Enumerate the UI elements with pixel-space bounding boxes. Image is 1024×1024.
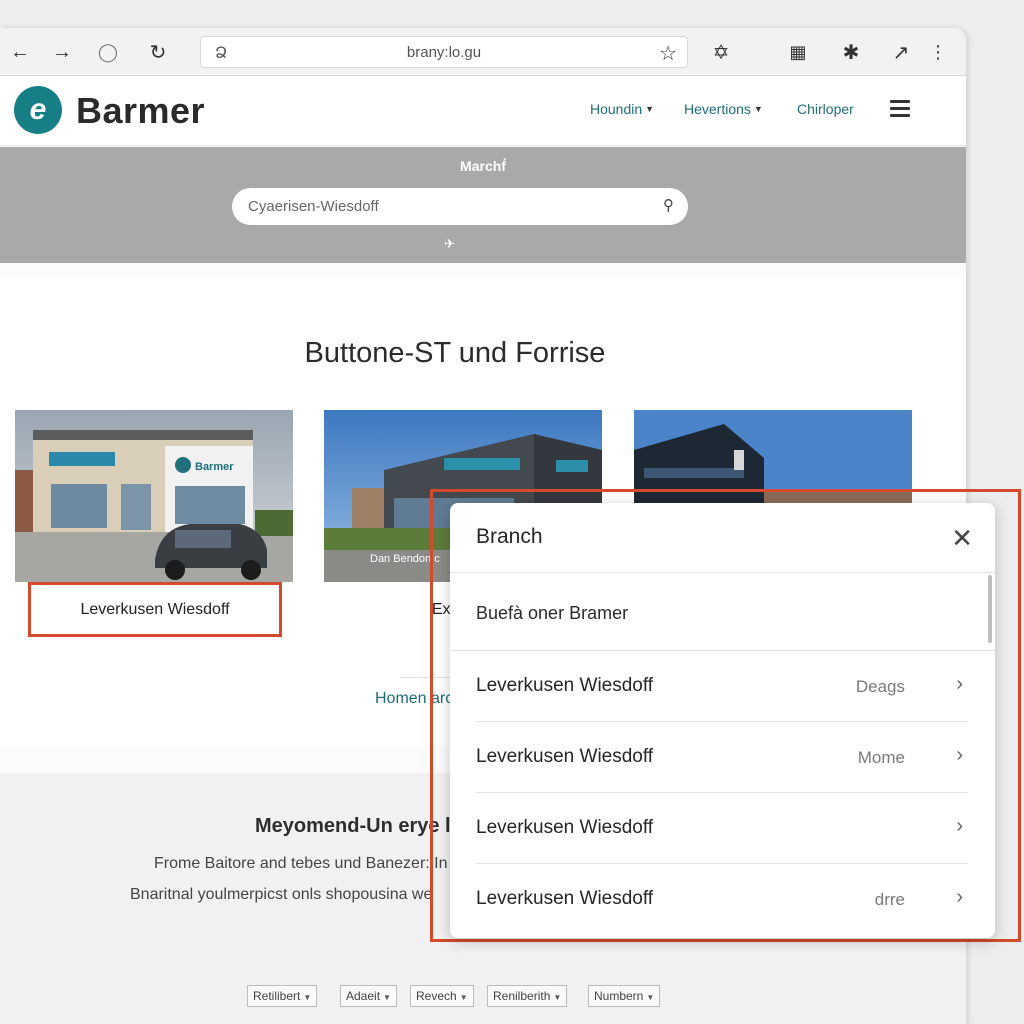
branch-meta: Deags [855, 677, 905, 696]
panel-divider [450, 572, 995, 573]
nav-item-hevertions[interactable]: Hevertions ▼ [684, 101, 763, 117]
caret-down-icon: ▼ [753, 104, 763, 114]
branch-card-label-1[interactable]: Leverkusen Wiesdoff [28, 582, 282, 637]
section-title: Buttone-ST und Forrise [304, 337, 606, 369]
panel-title: Branch [476, 525, 543, 548]
extension-icon[interactable]: ✡ [709, 40, 733, 64]
chevron-right-icon: › [956, 886, 963, 908]
hamburger-menu-icon[interactable] [890, 100, 910, 118]
menu-dots-icon[interactable]: ⋮ [926, 40, 950, 64]
qr-icon[interactable]: ▦ [786, 40, 810, 64]
chevron-down-icon: ▼ [553, 993, 562, 1002]
filter-select-4[interactable]: Renilberith ▼ [487, 985, 568, 1007]
branch-list-item-2[interactable]: Leverkusen Wiesdoff Mome › [450, 722, 995, 792]
url-text: brany:lo.gu [406, 44, 482, 61]
back-icon[interactable]: ← [8, 40, 32, 64]
browser-toolbar: ← → ◯ ↻ Ձ brany:lo.gu ☆ ✡ ▦ ✱ ↗ ⋮ [0, 28, 966, 76]
nav-item-houndin[interactable]: Houndin ▼ [590, 101, 654, 117]
branch-list-item-3[interactable]: Leverkusen Wiesdoff › [450, 793, 995, 863]
search-band-title: Marchf́ [460, 158, 506, 174]
logo-text[interactable]: Barmer [76, 90, 205, 132]
branch-name: Leverkusen Wiesdoff [476, 888, 654, 909]
branch-meta: drre [874, 890, 905, 909]
chevron-right-icon: › [956, 744, 963, 766]
select-value: Retilibert [253, 989, 301, 1003]
chevron-right-icon: › [956, 673, 963, 695]
address-bar[interactable]: Ձ brany:lo.gu ☆ [200, 36, 688, 68]
branch-photo-1[interactable]: Barmer [15, 410, 293, 582]
filter-select-1[interactable]: Retilibert ▼ [247, 985, 318, 1007]
nav-label: Hevertions [684, 101, 751, 117]
branch-name: Leverkusen Wiesdoff [476, 817, 654, 838]
chevron-down-icon: ▼ [646, 993, 655, 1002]
panel-subtitle: Buefà oner Bramer [476, 603, 629, 623]
branch-list-item-1[interactable]: Leverkusen Wiesdoff Deags › [450, 651, 995, 721]
select-value: Numbern [594, 989, 644, 1003]
search-icon[interactable]: ⚲ [663, 196, 674, 214]
nav-label: Houndin [590, 101, 643, 117]
nav-label: Chirloper [797, 101, 854, 117]
search-input[interactable]: Cyaerisen-Wiesdoff ⚲ [232, 188, 688, 225]
forward-icon[interactable]: → [50, 40, 74, 64]
footer-text-line-2: Bnaritnal youlmerpicst onls shopousina w… [130, 886, 433, 903]
bookmark-star-icon[interactable]: ☆ [659, 41, 677, 66]
chevron-right-icon: › [956, 815, 963, 837]
star-icon[interactable]: ✱ [839, 40, 863, 64]
footer-text-line-1: Frome Baitore and tebes und Banezer: In [154, 855, 448, 872]
branch-list-item-4[interactable]: Leverkusen Wiesdoff drre › [450, 864, 995, 934]
caret-down-icon: ▼ [645, 104, 655, 114]
reload-icon[interactable]: ↻ [146, 40, 170, 64]
branch-name: Leverkusen Wiesdoff [476, 746, 654, 767]
share-icon[interactable]: ↗ [889, 40, 913, 64]
search-band: Marchf́ Cyaerisen-Wiesdoff ⚲ ✈ [0, 147, 966, 263]
home-icon[interactable]: ◯ [96, 40, 120, 64]
chevron-down-icon: ▼ [383, 993, 391, 1002]
site-header: e Barmer Houndin ▼ Hevertions ▼ Chirloper [0, 76, 966, 146]
select-value: Revech [416, 989, 457, 1003]
branch-meta: Mome [857, 748, 905, 767]
filter-select-5[interactable]: Numbern ▼ [588, 985, 661, 1007]
select-value: Adaeit [346, 989, 381, 1003]
close-icon[interactable]: ✕ [951, 525, 973, 551]
filter-select-3[interactable]: Revech ▼ [410, 985, 474, 1007]
chevron-down-icon: ▼ [459, 993, 468, 1002]
branch-name: Leverkusen Wiesdoff [476, 675, 654, 696]
branch-panel: Branch ✕ Buefà oner Bramer Leverkusen Wi… [450, 503, 995, 938]
nav-item-chirloper[interactable]: Chirloper [797, 101, 854, 117]
filter-select-2[interactable]: Adaeit ▼ [340, 985, 397, 1007]
plane-icon: ✈ [444, 236, 455, 251]
chevron-down-icon: ▼ [303, 993, 312, 1002]
barmer-logo-icon[interactable]: e [14, 86, 62, 134]
footer-title: Meyomend-Un erye l [255, 815, 451, 837]
search-value: Cyaerisen-Wiesdoff [248, 198, 379, 215]
svg-text:Barmer: Barmer [195, 461, 234, 473]
panel-scrollbar[interactable] [988, 575, 992, 643]
select-value: Renilberith [493, 989, 551, 1003]
